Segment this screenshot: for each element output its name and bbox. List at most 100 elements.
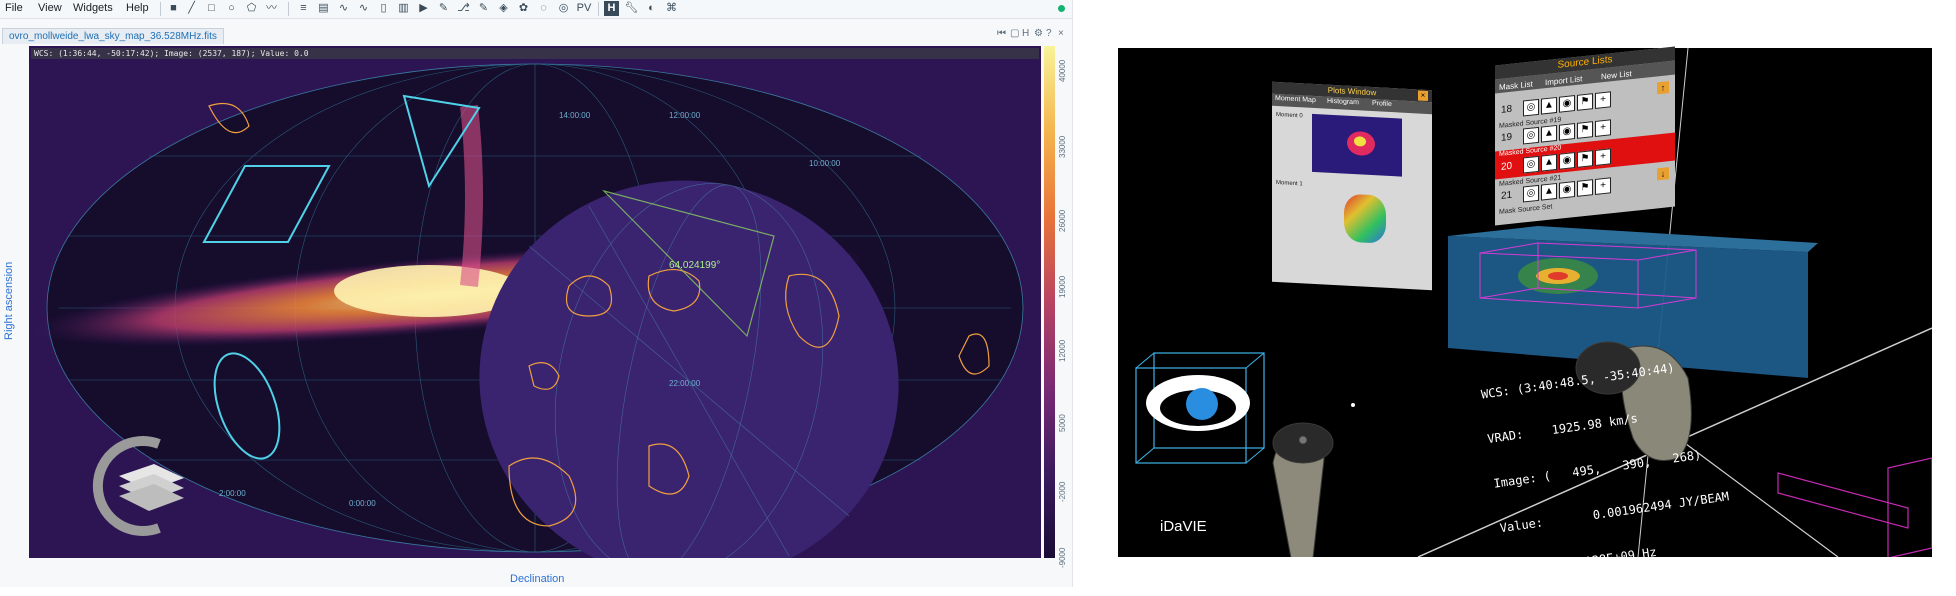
angle-measurement-label: 64.024199° bbox=[669, 260, 720, 271]
menu-file[interactable]: File bbox=[5, 2, 23, 14]
animator-icon[interactable]: ▶ bbox=[416, 1, 431, 16]
image-viewer-app: File View Widgets Help ■ ╱ □ ○ ⬠ 〰 ≡ ▤ ∿… bbox=[0, 0, 1072, 587]
tab-profile[interactable]: Profile bbox=[1372, 100, 1392, 108]
colorbar-tick: 33000 bbox=[1058, 135, 1067, 158]
scroll-up-icon[interactable]: ↑ bbox=[1657, 81, 1669, 95]
panel-help-icon[interactable]: ? bbox=[1046, 28, 1052, 39]
mollweide-sky-map: 64.024199° 14:00:00 12:00:00 10:00:00 2:… bbox=[29, 46, 1041, 558]
scroll-down-icon[interactable]: ↓ bbox=[1657, 167, 1669, 181]
flag-icon[interactable]: ⚑ bbox=[1577, 179, 1593, 197]
moment-0-plot bbox=[1312, 113, 1402, 177]
readout-line: Value: 0.001962494 JY/BEAM bbox=[1498, 489, 1730, 536]
mountain-icon[interactable]: ▲ bbox=[1541, 182, 1557, 201]
source-lists-panel: Source Lists Mask List Import List New L… bbox=[1495, 46, 1675, 226]
readout-line: Image: ( 495, 390, 268) bbox=[1492, 447, 1703, 491]
vector-overlay-icon[interactable]: ◎ bbox=[556, 1, 571, 16]
toolbar-separator bbox=[160, 2, 161, 16]
cursor-info-bar: WCS: (1:36:44, -50:17:42); Image: (2537,… bbox=[31, 48, 1039, 59]
panel-divider bbox=[1072, 0, 1076, 587]
mountain-icon[interactable]: ▲ bbox=[1541, 124, 1557, 143]
select-icon[interactable]: ◎ bbox=[1523, 184, 1539, 203]
table-icon[interactable]: ▤ bbox=[316, 1, 331, 16]
wrench-icon[interactable]: 🔧︎ bbox=[624, 1, 639, 16]
select-icon[interactable]: ◎ bbox=[1523, 155, 1539, 174]
sky-image-canvas[interactable]: 64.024199° 14:00:00 12:00:00 10:00:00 2:… bbox=[29, 46, 1041, 558]
grid-label: 22:00:00 bbox=[669, 379, 701, 388]
rectangle-icon[interactable]: □ bbox=[204, 1, 219, 16]
colorbar-tick: -9000 bbox=[1058, 547, 1067, 568]
toolbar-separator bbox=[598, 2, 599, 16]
mountain-icon[interactable]: ▲ bbox=[1541, 153, 1557, 172]
polygon-icon[interactable]: ⬠ bbox=[244, 1, 259, 16]
panel-maximize-icon[interactable]: ▢ bbox=[1010, 28, 1019, 39]
colorbar-tick: 26000 bbox=[1058, 209, 1067, 232]
menu-help[interactable]: Help bbox=[126, 2, 149, 14]
spectral-profiler-icon[interactable]: ∿ bbox=[336, 1, 351, 16]
colorbar-tick: 5000 bbox=[1058, 414, 1067, 432]
catalog-icon[interactable]: ⎇ bbox=[456, 1, 471, 16]
hdu-icon[interactable]: H bbox=[604, 1, 619, 16]
panel-h-icon[interactable]: H bbox=[1022, 28, 1029, 39]
x-axis-label: Declination bbox=[510, 573, 565, 585]
toolbar-separator bbox=[288, 2, 289, 16]
readout-line: FREQ: 1.41128E+09 Hz bbox=[1505, 544, 1658, 580]
spatial-profiler-icon[interactable]: ∿ bbox=[356, 1, 371, 16]
line-icon[interactable]: ╱ bbox=[184, 1, 199, 16]
menu-view[interactable]: View bbox=[38, 2, 62, 14]
polyline-icon[interactable]: 〰 bbox=[264, 1, 279, 16]
panel-settings-icon[interactable]: ⚙ bbox=[1034, 28, 1043, 39]
mountain-icon[interactable]: ▲ bbox=[1541, 96, 1557, 115]
eye-icon[interactable]: ◉ bbox=[1559, 123, 1575, 141]
close-icon[interactable]: × bbox=[1418, 90, 1428, 101]
colorbar-tick: 12000 bbox=[1058, 339, 1067, 362]
stop-icon[interactable]: ■ bbox=[166, 1, 181, 16]
menu-bar: File View Widgets Help ■ ╱ □ ○ ⬠ 〰 ≡ ▤ ∿… bbox=[0, 0, 1072, 19]
add-icon[interactable]: + bbox=[1595, 148, 1611, 166]
stats-icon[interactable]: ✎ bbox=[476, 1, 491, 16]
grid-label: 0:00:00 bbox=[349, 499, 376, 508]
readout-line: WCS: (3:40:48.5, -35:40:44) bbox=[1480, 360, 1676, 402]
select-icon[interactable]: ◎ bbox=[1523, 98, 1539, 117]
dark-mode-icon[interactable]: ◐ bbox=[644, 1, 659, 16]
ellipse-icon[interactable]: ○ bbox=[224, 1, 239, 16]
add-icon[interactable]: + bbox=[1595, 119, 1611, 137]
image-file-tab[interactable]: ovro_mollweide_lwa_sky_map_36.528MHz.fit… bbox=[2, 28, 224, 44]
moment-1-plot bbox=[1344, 193, 1386, 244]
connection-status-dot bbox=[1058, 5, 1065, 12]
eye-icon[interactable]: ◉ bbox=[1559, 152, 1575, 170]
panel-first-icon[interactable]: ⏮ bbox=[997, 28, 1006, 39]
render-config-icon[interactable]: ✿ bbox=[516, 1, 531, 16]
eye-icon[interactable]: ◉ bbox=[1559, 95, 1575, 113]
add-icon[interactable]: + bbox=[1595, 91, 1611, 109]
vr-cursor-readout: WCS: (3:40:48.5, -35:40:44) VRAD: 1925.9… bbox=[1476, 326, 1738, 596]
flag-icon[interactable]: ⚑ bbox=[1577, 93, 1593, 111]
eye-icon[interactable]: ◉ bbox=[1559, 181, 1575, 199]
flag-icon[interactable]: ⚑ bbox=[1577, 121, 1593, 139]
readout-line: VRAD: 1925.98 km/s bbox=[1486, 411, 1639, 447]
grid-label: 10:00:00 bbox=[809, 159, 841, 168]
channel-map-icon[interactable]: ◌ bbox=[536, 1, 551, 16]
camera-icon[interactable]: ⌘ bbox=[664, 1, 679, 16]
select-icon[interactable]: ◎ bbox=[1523, 126, 1539, 145]
histogram-icon[interactable]: ▥ bbox=[396, 1, 411, 16]
colorbar-tick: 19000 bbox=[1058, 275, 1067, 298]
notes-icon[interactable]: ▯ bbox=[376, 1, 391, 16]
flag-icon[interactable]: ⚑ bbox=[1577, 150, 1593, 168]
menu-widgets[interactable]: Widgets bbox=[73, 2, 113, 14]
plots-window: Plots Window × Moment Map Histogram Prof… bbox=[1272, 81, 1432, 291]
region-list-icon[interactable]: ◈ bbox=[496, 1, 511, 16]
layers-icon[interactable]: ≡ bbox=[296, 1, 311, 16]
idavie-logo-label: iDaVIE bbox=[1160, 518, 1207, 535]
add-icon[interactable]: + bbox=[1595, 177, 1611, 195]
panel-close-icon[interactable]: × bbox=[1058, 28, 1064, 39]
grid-label: 2:00:00 bbox=[219, 489, 246, 498]
pv-button[interactable]: PV bbox=[574, 1, 594, 16]
grid-label: 12:00:00 bbox=[669, 111, 701, 120]
idavie-logo bbox=[1135, 352, 1265, 464]
moment-1-label: Moment 1 bbox=[1276, 180, 1303, 188]
colorbar bbox=[1044, 46, 1055, 558]
pv-icon[interactable]: ✎ bbox=[436, 1, 451, 16]
y-axis-label: Right ascension bbox=[3, 261, 15, 340]
colorbar-tick: -2000 bbox=[1058, 481, 1067, 502]
colorbar-tick: 40000 bbox=[1058, 59, 1067, 82]
